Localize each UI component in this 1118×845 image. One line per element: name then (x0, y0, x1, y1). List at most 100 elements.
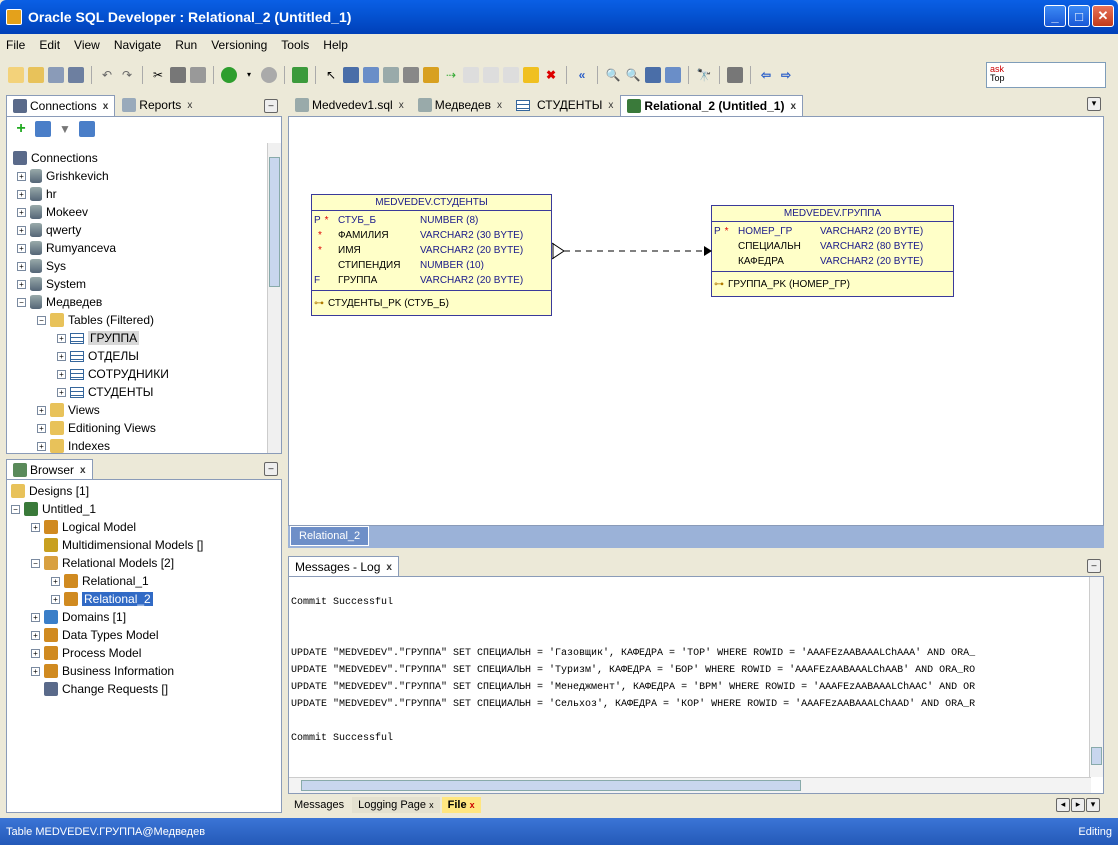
browser-item[interactable]: + Logical Model (11, 518, 277, 536)
tree-item[interactable]: + Views (13, 401, 265, 419)
connections-scrollbar[interactable] (267, 143, 281, 453)
tree-item[interactable]: + hr (13, 185, 265, 203)
select-icon[interactable]: ↖ (323, 67, 339, 83)
entity-group[interactable]: MEDVEDEV.ГРУППА P * НОМЕР_ГР VARCHAR2 (20 B… (711, 205, 954, 297)
browser-item[interactable]: + Domains [1] (11, 608, 277, 626)
tree-item[interactable]: + Sys (13, 257, 265, 275)
expand-icon[interactable]: + (51, 576, 60, 586)
tab-logging-page[interactable]: Logging Page x (352, 797, 440, 813)
add-connection-icon[interactable]: + (13, 121, 29, 137)
sql-icon[interactable] (292, 67, 308, 83)
schema-browser-icon[interactable] (79, 121, 95, 137)
tab-relational-2[interactable]: Relational_2 (Untitled_1) x (620, 95, 803, 116)
entity-column[interactable]: P * СТУБ_Б NUMBER (8) (314, 213, 551, 228)
tab-medvedev-connection[interactable]: Медведев x (411, 94, 509, 116)
expand-icon[interactable]: + (57, 369, 66, 379)
back-icon[interactable] (221, 67, 237, 83)
expand-icon[interactable]: + (51, 594, 60, 604)
tree-item[interactable]: + СТУДЕНТЫ (13, 383, 265, 401)
expand-icon[interactable]: + (17, 225, 26, 235)
expand-icon[interactable]: + (17, 171, 26, 181)
tree-item[interactable]: + Indexes (13, 437, 265, 455)
diagram-canvas[interactable]: MEDVEDEV.СТУДЕНТЫ P * СТУБ_Б NUMBER (8) * ФАМ… (288, 116, 1104, 526)
tab-browser[interactable]: Browser x (6, 459, 93, 480)
tree-item[interactable]: + Rumyanceva (13, 239, 265, 257)
browser-item[interactable]: − Relational Models [2] (11, 554, 277, 572)
save-all-icon[interactable] (68, 67, 84, 83)
tree-item[interactable]: − Tables (Filtered) (13, 311, 265, 329)
tree-item[interactable]: Connections (13, 149, 265, 167)
undo-icon[interactable]: ↶ (99, 67, 115, 83)
expand-icon[interactable]: + (17, 279, 26, 289)
link-icon[interactable] (503, 67, 519, 83)
minimize-browser-button[interactable]: – (264, 462, 278, 476)
menu-view[interactable]: View (74, 38, 100, 52)
tab-file[interactable]: File x (441, 797, 481, 813)
fit-screen-icon[interactable] (645, 67, 661, 83)
tree-item[interactable]: + Editioning Views (13, 419, 265, 437)
copy-icon[interactable] (170, 67, 186, 83)
browser-item[interactable]: +Multidimensional Models [] (11, 536, 277, 554)
split-icon[interactable] (383, 67, 399, 83)
tab-list-icon[interactable]: ▾ (1086, 798, 1100, 812)
tab-students-table[interactable]: СТУДЕНТЫ x (509, 94, 620, 116)
expand-icon[interactable]: + (17, 207, 26, 217)
editor-list-button[interactable]: ▾ (1087, 97, 1101, 111)
browser-item[interactable]: − Untitled_1 (11, 500, 277, 518)
cut-icon[interactable]: ✂ (150, 67, 166, 83)
entity-column[interactable]: P * НОМЕР_ГР VARCHAR2 (20 BYTE) (714, 224, 953, 239)
expand-icon[interactable]: + (31, 666, 40, 676)
tree-item[interactable]: + СОТРУДНИКИ (13, 365, 265, 383)
filter-icon[interactable]: ▼ (57, 121, 73, 137)
entity-column[interactable]: F ГРУППА VARCHAR2 (20 BYTE) (314, 273, 551, 288)
new-table-icon[interactable] (343, 67, 359, 83)
panel-icon[interactable] (727, 67, 743, 83)
tree-item[interactable]: + ГРУППА (13, 329, 265, 347)
minimize-connections-button[interactable]: – (264, 99, 278, 113)
expand-icon[interactable]: + (57, 333, 66, 343)
entity-students[interactable]: MEDVEDEV.СТУДЕНТЫ P * СТУБ_Б NUMBER (8) * ФАМ… (311, 194, 552, 316)
menu-file[interactable]: File (6, 38, 25, 52)
new-icon[interactable] (8, 67, 24, 83)
find-icon[interactable]: 🔭 (696, 67, 712, 83)
expand-icon[interactable]: + (37, 405, 46, 415)
expand-icon[interactable]: + (17, 243, 26, 253)
expand-icon[interactable]: − (31, 558, 40, 568)
nav-back-icon[interactable]: ⇦ (758, 67, 774, 83)
engineer-icon[interactable]: « (574, 67, 590, 83)
messages-vscrollbar[interactable] (1089, 577, 1103, 777)
expand-icon[interactable]: + (31, 612, 40, 622)
browser-item[interactable]: + Relational_2 (11, 590, 277, 608)
ask-field[interactable]: ask Top (986, 62, 1106, 88)
redo-icon[interactable]: ↷ (119, 67, 135, 83)
expand-icon[interactable]: + (17, 189, 26, 199)
expand-icon[interactable]: + (31, 630, 40, 640)
nav-forward-icon[interactable]: ⇨ (778, 67, 794, 83)
browser-item[interactable]: + Data Types Model (11, 626, 277, 644)
zoom-out-icon[interactable]: 🔍 (625, 67, 641, 83)
relationship-connector[interactable] (552, 239, 712, 263)
browser-item[interactable]: +Change Requests [] (11, 680, 277, 698)
forward-icon[interactable] (261, 67, 277, 83)
tree-item[interactable]: − Медведев (13, 293, 265, 311)
menu-help[interactable]: Help (323, 38, 348, 52)
note-icon[interactable] (463, 67, 479, 83)
expand-icon[interactable]: − (17, 297, 26, 307)
fk-icon[interactable] (423, 67, 439, 83)
entity-column[interactable]: СПЕЦИАЛЬН VARCHAR2 (80 BYTE) (714, 239, 953, 254)
close-button[interactable]: ✕ (1092, 5, 1114, 27)
new-view-icon[interactable] (363, 67, 379, 83)
tab-medvedev1-sql[interactable]: Medvedev1.sql x (288, 94, 411, 116)
expand-icon[interactable]: + (17, 261, 26, 271)
expand-icon[interactable]: + (37, 441, 46, 451)
delete-icon[interactable]: ✖ (543, 67, 559, 83)
browser-item[interactable]: + Process Model (11, 644, 277, 662)
expand-icon[interactable]: − (37, 315, 46, 325)
minimize-button[interactable]: _ (1044, 5, 1066, 27)
expand-icon[interactable]: − (11, 504, 20, 514)
entity-column[interactable]: * ИМЯ VARCHAR2 (20 BYTE) (314, 243, 551, 258)
tree-item[interactable]: + Mokeev (13, 203, 265, 221)
tree-item[interactable]: + Grishkevich (13, 167, 265, 185)
menu-versioning[interactable]: Versioning (211, 38, 267, 52)
entity-column[interactable]: * ФАМИЛИЯ VARCHAR2 (30 BYTE) (314, 228, 551, 243)
